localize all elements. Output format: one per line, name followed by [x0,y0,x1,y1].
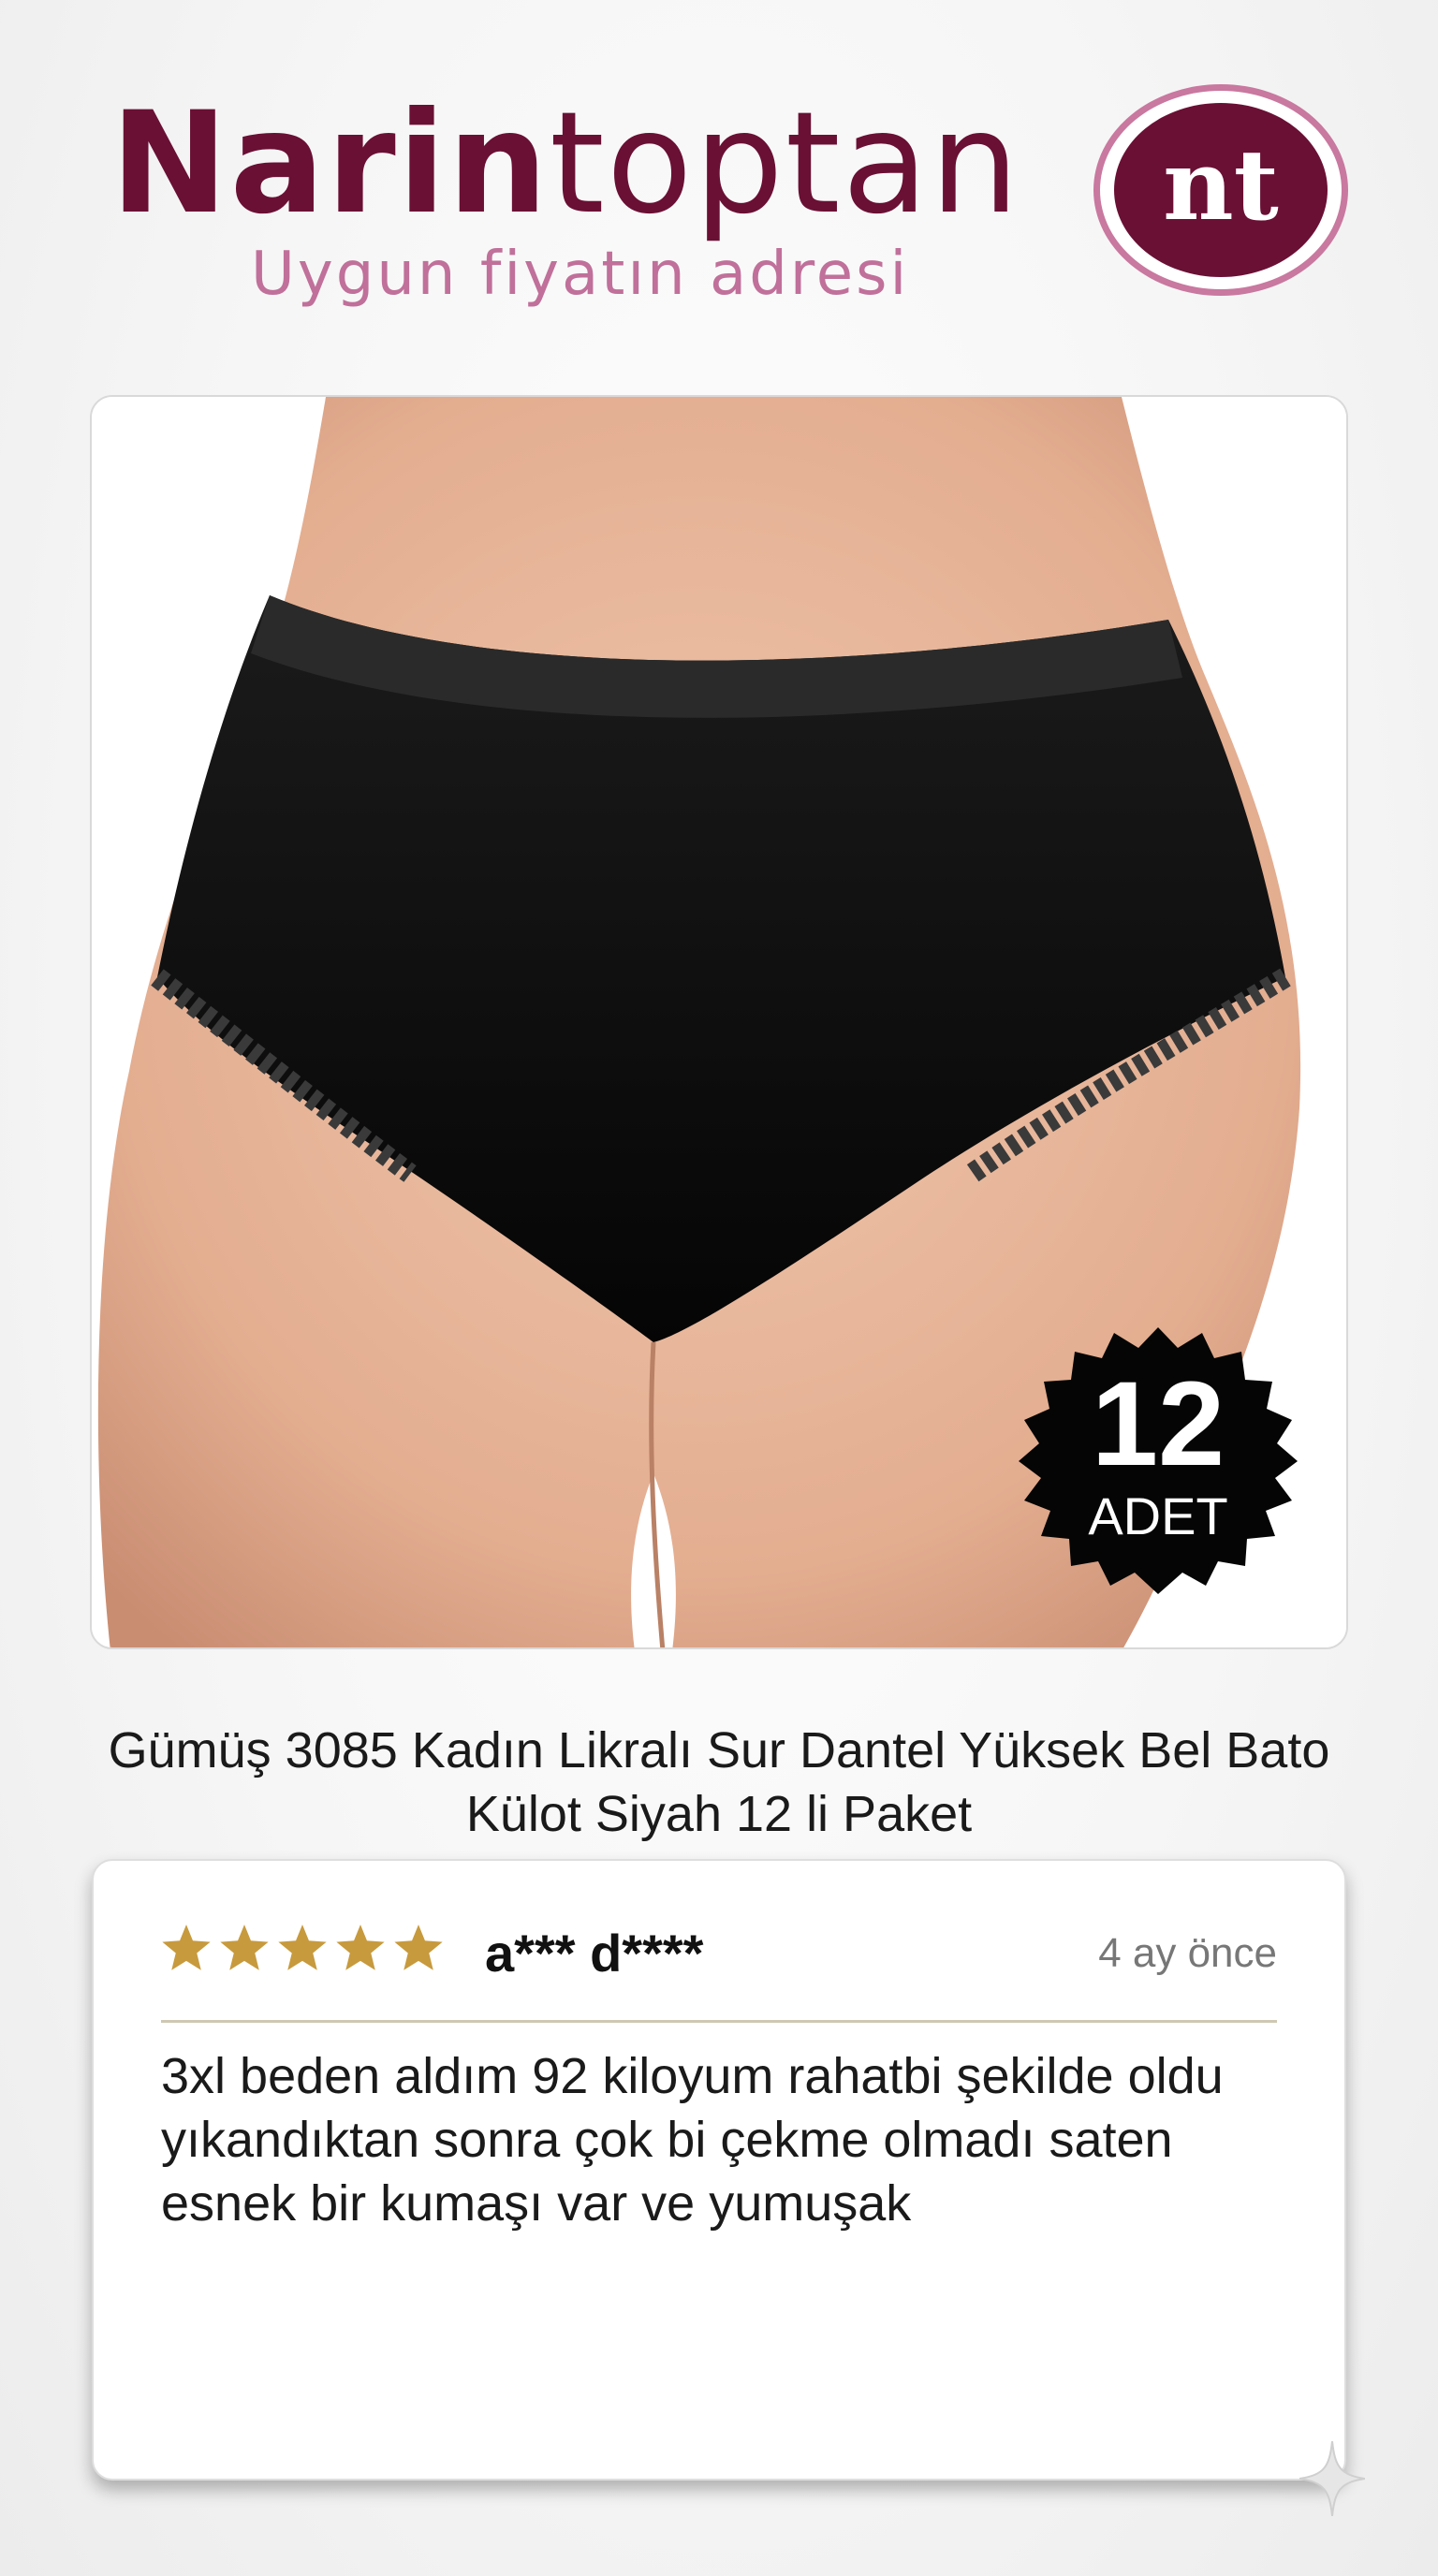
product-title: Gümüş 3085 Kadın Likralı Sur Dantel Yüks… [108,1722,1330,1842]
brand-name-thin: toptan [549,82,1021,245]
quantity-count: 12 [1091,1357,1225,1491]
review-timestamp: 4 ay önce [1098,1930,1277,1976]
page: Narintoptan Uygun fiyatın adresi nt 12 A… [0,0,1438,2576]
brand-name-bold: Narin [110,82,550,245]
brand-monogram-text: nt [1163,127,1279,242]
star-icon [393,1925,444,1973]
star-icon [277,1925,328,1973]
sparkle-icon [1299,2441,1365,2516]
brand-logo-text: Narintoptan [110,94,1021,234]
review-divider [161,2020,1277,2023]
quantity-unit: ADET [1088,1486,1228,1545]
star-icon [219,1925,270,1973]
brand-logo-badge: nt [1093,84,1348,296]
star-icon [161,1925,212,1973]
review-card: a*** d**** 4 ay önce 3xl beden aldım 92 … [92,1859,1346,2481]
reviewer-name: a*** d**** [485,1924,704,1983]
review-text: 3xl beden aldım 92 kiloyum rahatbi şekil… [161,2048,1224,2232]
brand-monogram-icon: nt [1114,103,1328,277]
star-icon [335,1925,386,1973]
brand-tagline: Uygun fiyatın adresi [251,240,910,309]
rating-stars [161,1925,444,1973]
quantity-badge: 12 ADET [994,1307,1322,1616]
